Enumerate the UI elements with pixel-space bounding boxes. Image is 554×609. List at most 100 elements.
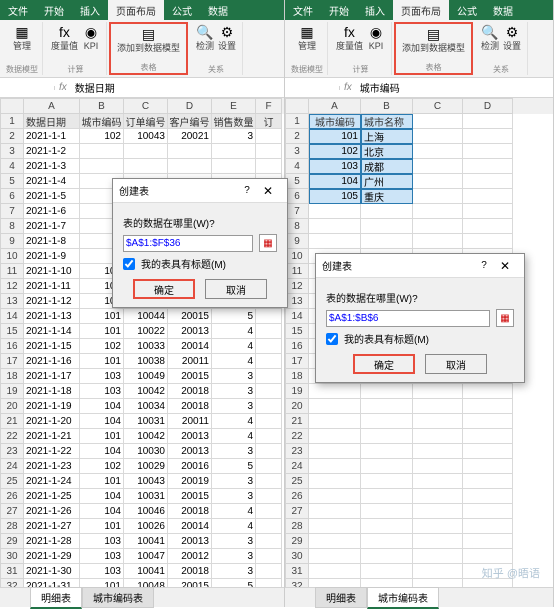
cell[interactable]: [309, 504, 361, 519]
cell[interactable]: 2021-1-6: [24, 204, 80, 219]
cell[interactable]: 3: [212, 129, 256, 144]
row-header[interactable]: 4: [0, 159, 24, 174]
col-header[interactable]: A: [24, 98, 80, 114]
row-header[interactable]: 30: [285, 549, 309, 564]
cell[interactable]: [361, 219, 413, 234]
cell[interactable]: [361, 459, 413, 474]
cell[interactable]: 10022: [124, 324, 168, 339]
col-header[interactable]: B: [361, 98, 413, 114]
row-header[interactable]: 11: [285, 264, 309, 279]
kpi-button[interactable]: ◉KPI: [80, 22, 102, 52]
cell[interactable]: 城市编码: [309, 114, 361, 129]
detect-button[interactable]: 🔍检测: [194, 22, 216, 52]
cell[interactable]: [463, 504, 513, 519]
ribbon-tab-0[interactable]: 文件: [285, 0, 321, 20]
cell[interactable]: 104: [80, 414, 124, 429]
cell[interactable]: 4: [212, 504, 256, 519]
cell[interactable]: [212, 159, 256, 174]
cell[interactable]: [124, 159, 168, 174]
cell[interactable]: [413, 549, 463, 564]
cell[interactable]: 20015: [168, 489, 212, 504]
cell[interactable]: 20021: [168, 129, 212, 144]
cell[interactable]: 3: [212, 444, 256, 459]
cell[interactable]: [256, 384, 282, 399]
cell[interactable]: 3: [212, 384, 256, 399]
range-picker-icon[interactable]: ▦: [259, 234, 277, 252]
cell[interactable]: [413, 519, 463, 534]
row-header[interactable]: 19: [285, 384, 309, 399]
cell[interactable]: 2021-1-23: [24, 459, 80, 474]
cell[interactable]: 3: [212, 564, 256, 579]
cell[interactable]: [463, 219, 513, 234]
cell[interactable]: 102: [80, 129, 124, 144]
cell[interactable]: [463, 549, 513, 564]
cell[interactable]: 2021-1-27: [24, 519, 80, 534]
cell[interactable]: [413, 504, 463, 519]
row-header[interactable]: 10: [0, 249, 24, 264]
cell[interactable]: [361, 429, 413, 444]
cell[interactable]: 101: [80, 429, 124, 444]
row-header[interactable]: 15: [0, 324, 24, 339]
cell[interactable]: 10043: [124, 474, 168, 489]
cell[interactable]: 20011: [168, 414, 212, 429]
ribbon-tab-2[interactable]: 插入: [72, 0, 108, 20]
cell[interactable]: [256, 309, 282, 324]
row-header[interactable]: 16: [285, 339, 309, 354]
row-header[interactable]: 18: [0, 369, 24, 384]
cell[interactable]: [309, 234, 361, 249]
cell[interactable]: 103: [80, 369, 124, 384]
row-header[interactable]: 8: [0, 219, 24, 234]
cell[interactable]: 北京: [361, 144, 413, 159]
cell[interactable]: [413, 159, 463, 174]
cell[interactable]: 2021-1-15: [24, 339, 80, 354]
cell[interactable]: 20016: [168, 459, 212, 474]
cell[interactable]: 20012: [168, 549, 212, 564]
sheet-tab[interactable]: 明细表: [315, 587, 367, 608]
cell[interactable]: 20013: [168, 444, 212, 459]
cancel-button[interactable]: 取消: [425, 354, 487, 374]
cell[interactable]: [413, 219, 463, 234]
add-to-model-button[interactable]: ▤添加到数据模型: [400, 24, 467, 54]
cell[interactable]: [256, 159, 282, 174]
cell[interactable]: [361, 204, 413, 219]
ribbon-tab-5[interactable]: 数据: [485, 0, 521, 20]
cell[interactable]: [168, 159, 212, 174]
row-header[interactable]: 25: [285, 474, 309, 489]
cell[interactable]: [463, 414, 513, 429]
cell[interactable]: 20018: [168, 504, 212, 519]
row-header[interactable]: 16: [0, 339, 24, 354]
cell[interactable]: 3: [212, 489, 256, 504]
sheet-tab[interactable]: 城市编码表: [82, 587, 154, 608]
cell[interactable]: [256, 489, 282, 504]
cell[interactable]: [463, 144, 513, 159]
manage-button[interactable]: ▦管理: [11, 22, 33, 52]
cell[interactable]: [256, 474, 282, 489]
range-input[interactable]: $A$1:$B$6: [326, 310, 490, 327]
manage-button[interactable]: ▦管理: [296, 22, 318, 52]
cell[interactable]: [463, 174, 513, 189]
row-header[interactable]: 1: [285, 114, 309, 129]
close-icon[interactable]: ✕: [492, 259, 518, 273]
cell[interactable]: 4: [212, 414, 256, 429]
row-header[interactable]: 10: [285, 249, 309, 264]
cell[interactable]: [413, 384, 463, 399]
row-header[interactable]: 24: [285, 459, 309, 474]
row-header[interactable]: 26: [0, 489, 24, 504]
cell[interactable]: [256, 519, 282, 534]
cell[interactable]: [413, 114, 463, 129]
cell[interactable]: 105: [309, 189, 361, 204]
cell[interactable]: [309, 549, 361, 564]
help-icon[interactable]: ?: [476, 260, 492, 271]
cell[interactable]: [463, 204, 513, 219]
row-header[interactable]: 9: [285, 234, 309, 249]
row-header[interactable]: 25: [0, 474, 24, 489]
kpi-button[interactable]: ◉KPI: [365, 22, 387, 52]
cell[interactable]: 客户编号: [168, 114, 212, 129]
row-header[interactable]: 2: [0, 129, 24, 144]
cell[interactable]: [309, 459, 361, 474]
cell[interactable]: [413, 444, 463, 459]
cell[interactable]: 10041: [124, 534, 168, 549]
cell[interactable]: [463, 399, 513, 414]
cell[interactable]: 2021-1-4: [24, 174, 80, 189]
cell[interactable]: [256, 354, 282, 369]
